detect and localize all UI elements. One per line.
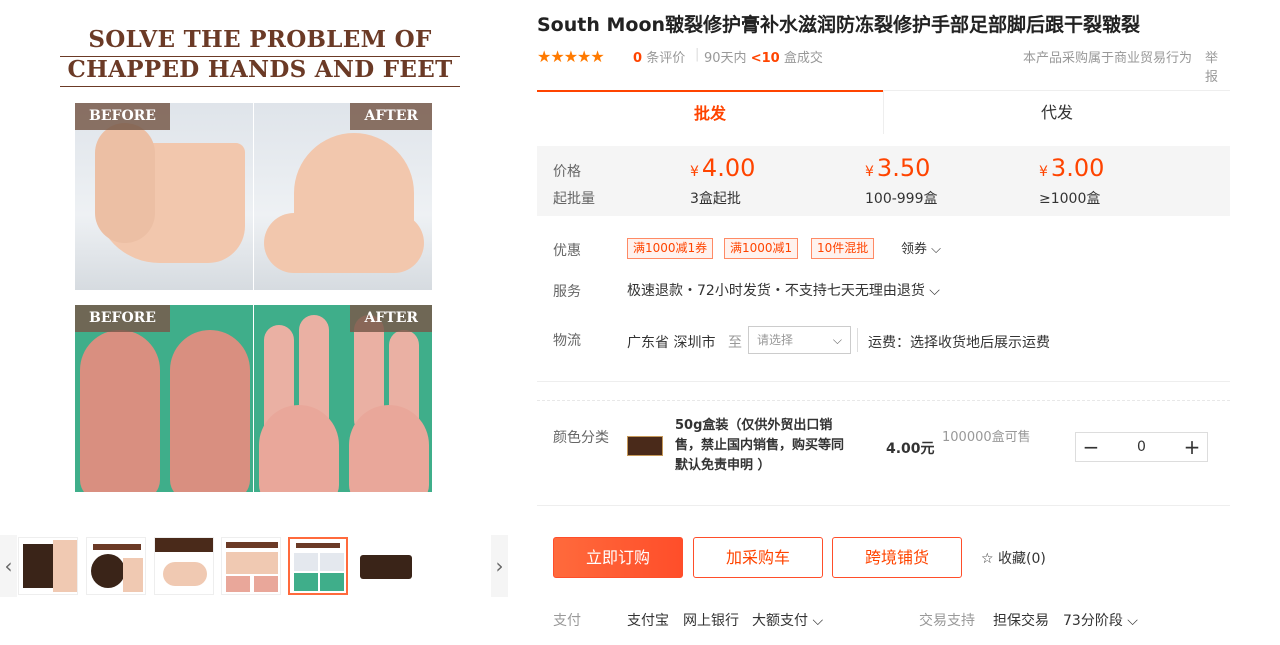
trade-note: 本产品采购属于商业贸易行为: [1023, 51, 1193, 66]
shipping-fee-note: 运费：选择收货地后展示运费: [868, 335, 1050, 351]
sku-stock: 100000盒可售: [942, 430, 1031, 445]
minus-button[interactable]: −: [1076, 433, 1106, 461]
quantity-input[interactable]: 0: [1106, 433, 1177, 461]
divider: [537, 505, 1230, 506]
headline-rule: [60, 86, 460, 87]
cross-border-button[interactable]: 跨境铺货: [832, 537, 962, 578]
quantity-stepper: − 0 +: [1075, 432, 1208, 462]
review-link[interactable]: 0 条评价: [633, 47, 685, 66]
rating-stars-icon: ★★★★★: [537, 47, 605, 66]
foot-before-panel: BEFORE: [75, 103, 253, 290]
review-label: 条评价: [646, 51, 686, 66]
image-gallery: SOLVE THE PROBLEM OF CHAPPED HANDS AND F…: [0, 0, 512, 645]
payment-method: 支付宝: [627, 613, 669, 629]
ship-to-label: 至: [728, 335, 742, 351]
chevron-down-icon: ⌵: [832, 333, 842, 347]
hands-before-panel: BEFORE: [75, 305, 253, 492]
plus-button[interactable]: +: [1177, 433, 1207, 461]
payment-label: 支付: [553, 613, 581, 629]
purchase-mode-tabs: 批发 代发: [537, 90, 1230, 134]
payment-method: 网上银行: [683, 613, 739, 629]
tab-dropship[interactable]: 代发: [883, 90, 1230, 134]
product-title: South Moon皲裂修护膏补水滋润防冻裂修护手部足部脚后跟干裂皲裂: [537, 14, 1141, 36]
sales-prefix: 90天内: [704, 51, 747, 66]
thumb-next-icon[interactable]: ›: [491, 535, 508, 597]
sales-value: <10: [750, 51, 780, 66]
favorite-button[interactable]: ☆ 收藏(0): [981, 548, 1046, 568]
tier-price: ¥4.00: [690, 154, 756, 182]
thumbnail[interactable]: [18, 537, 78, 595]
price-label: 价格: [553, 164, 581, 180]
tier-price: ¥3.00: [1039, 154, 1105, 182]
price-box: 价格 起批量 ¥4.00 3盒起批 ¥3.50 100-999盒 ¥3.00 ≥…: [537, 146, 1230, 216]
headline-rule: [60, 56, 460, 57]
add-to-cart-button[interactable]: 加采购车: [693, 537, 823, 578]
get-coupon-button[interactable]: 领券 ⌵: [901, 238, 941, 257]
select-placeholder: 请选择: [757, 333, 794, 347]
review-count: 0: [633, 51, 643, 66]
payment-method-dropdown[interactable]: 大额支付 ⌵: [752, 610, 823, 630]
coupon-badge[interactable]: 满1000减1: [724, 238, 799, 259]
sku-label: 颜色分类: [553, 430, 609, 446]
moq-label: 起批量: [553, 191, 595, 207]
promo-label: 优惠: [553, 243, 581, 259]
report-link[interactable]: 举报: [1205, 47, 1230, 85]
sku-name: 50g盒装（仅供外贸出口销售，禁止国内销售，购买等同默认免责申明 ）: [675, 418, 845, 473]
tier-qty: ≥1000盒: [1039, 191, 1101, 207]
trade-support-dropdown[interactable]: 73分阶段 ⌵: [1063, 610, 1138, 630]
thumbnail[interactable]: [221, 537, 281, 595]
thumbnail-strip: ‹ ›: [0, 535, 512, 597]
sku-price: 4.00元: [886, 441, 935, 457]
thumbnail[interactable]: [356, 537, 416, 595]
destination-select[interactable]: 请选择 ⌵: [748, 326, 851, 354]
after-tag: AFTER: [350, 305, 432, 332]
headline-line-2: CHAPPED HANDS AND FEET: [67, 56, 453, 83]
divider: [537, 400, 1230, 401]
thumbnail[interactable]: [86, 537, 146, 595]
thumbnail-active[interactable]: [288, 537, 348, 595]
tier-qty: 100-999盒: [865, 191, 938, 207]
product-meta: ★★★★★ 0 条评价 | 90天内 <10 盒成交 本产品采购属于商业贸易行为…: [537, 47, 1230, 85]
image-headline: SOLVE THE PROBLEM OF CHAPPED HANDS AND F…: [55, 25, 465, 85]
sku-thumbnail[interactable]: [627, 436, 663, 456]
logistics-label: 物流: [553, 333, 581, 349]
trade-support-item: 担保交易: [993, 613, 1049, 629]
sales-suffix: 盒成交: [783, 51, 823, 66]
buy-now-button[interactable]: 立即订购: [553, 537, 683, 578]
ship-origin: 广东省 深圳市: [627, 335, 716, 351]
service-info[interactable]: 极速退款・72小时发货・不支持七天无理由退货 ⌵: [627, 280, 940, 300]
tier-price: ¥3.50: [865, 154, 931, 182]
coupon-badge[interactable]: 10件混批: [811, 238, 875, 259]
after-tag: AFTER: [350, 103, 432, 130]
sales-info: 90天内 <10 盒成交: [704, 47, 823, 66]
main-product-image[interactable]: SOLVE THE PROBLEM OF CHAPPED HANDS AND F…: [55, 15, 465, 515]
tab-wholesale[interactable]: 批发: [537, 90, 883, 134]
thumbnail[interactable]: [154, 537, 214, 595]
service-label: 服务: [553, 284, 581, 300]
thumb-prev-icon[interactable]: ‹: [0, 535, 17, 597]
trade-support-label: 交易支持: [919, 613, 975, 629]
before-tag: BEFORE: [75, 305, 170, 332]
before-tag: BEFORE: [75, 103, 170, 130]
tier-qty: 3盒起批: [690, 191, 741, 207]
coupon-badge[interactable]: 满1000减1券: [627, 238, 714, 259]
headline-line-1: SOLVE THE PROBLEM OF: [88, 26, 432, 53]
hands-after-panel: AFTER: [254, 305, 432, 492]
foot-after-panel: AFTER: [254, 103, 432, 290]
divider: [537, 381, 1230, 382]
